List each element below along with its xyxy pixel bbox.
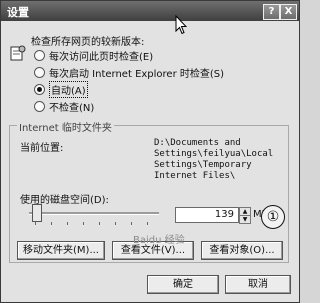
mouse-cursor-icon [175, 15, 187, 35]
title-bar: 设置 ? X [1, 1, 299, 21]
slider-tick [83, 222, 84, 225]
spin-down-icon[interactable]: ▼ [240, 216, 250, 223]
radio-button-selected[interactable] [34, 83, 45, 95]
radio-never[interactable]: 不检查(N) [34, 99, 95, 114]
radio-button[interactable] [34, 66, 45, 78]
page-refresh-icon [10, 45, 26, 61]
radio-label: 每次启动 Internet Explorer 时检查(S) [49, 68, 225, 80]
ok-button[interactable]: 确定 [147, 275, 219, 294]
slider-tick [147, 222, 148, 225]
dialog-title: 设置 [7, 6, 29, 19]
disk-space-slider-track[interactable] [29, 212, 159, 215]
slider-tick [51, 222, 52, 225]
current-location-value: D:\Documents and Settings\feilyua\Local … [154, 138, 279, 181]
radio-button[interactable] [34, 49, 45, 61]
slider-tick [99, 222, 100, 225]
current-location-label: 当前位置: [20, 143, 64, 154]
move-folder-button[interactable]: 移动文件夹(M)... [17, 241, 105, 260]
slider-tick [35, 222, 36, 225]
radio-label: 每次访问此页时检查(E) [49, 51, 154, 63]
slider-tick [131, 222, 132, 225]
view-objects-button[interactable]: 查看对象(O)... [201, 241, 283, 260]
radio-automatic[interactable]: 自动(A) [34, 80, 88, 98]
help-button[interactable]: ? [263, 4, 280, 20]
disk-space-input[interactable]: 139 [175, 207, 239, 223]
radio-label: 不检查(N) [49, 102, 95, 114]
close-button[interactable]: X [280, 4, 297, 20]
check-caption: 检查所存网页的较新版本: [31, 37, 145, 48]
radio-label: 自动(A) [49, 80, 88, 98]
baidu-watermark: Baidu 经验 [133, 235, 185, 246]
temp-files-group-title: Internet 临时文件夹 [17, 119, 114, 134]
radio-every-start[interactable]: 每次启动 Internet Explorer 时检查(S) [34, 65, 225, 80]
radio-button[interactable] [34, 100, 45, 112]
slider-tick [67, 222, 68, 225]
settings-dialog: 设置 ? X 检查所存网页的较新版本: 每次访问此页时检查(E) 每次启动 In… [0, 0, 300, 303]
annotation-callout: ① [261, 205, 285, 229]
spin-up-icon[interactable]: ▲ [240, 208, 250, 216]
disk-space-spinner[interactable]: ▲ ▼ [239, 207, 251, 224]
cancel-button[interactable]: 取消 [225, 275, 291, 294]
radio-every-visit[interactable]: 每次访问此页时检查(E) [34, 48, 154, 63]
slider-tick [115, 222, 116, 225]
disk-space-slider-thumb[interactable] [32, 204, 42, 222]
